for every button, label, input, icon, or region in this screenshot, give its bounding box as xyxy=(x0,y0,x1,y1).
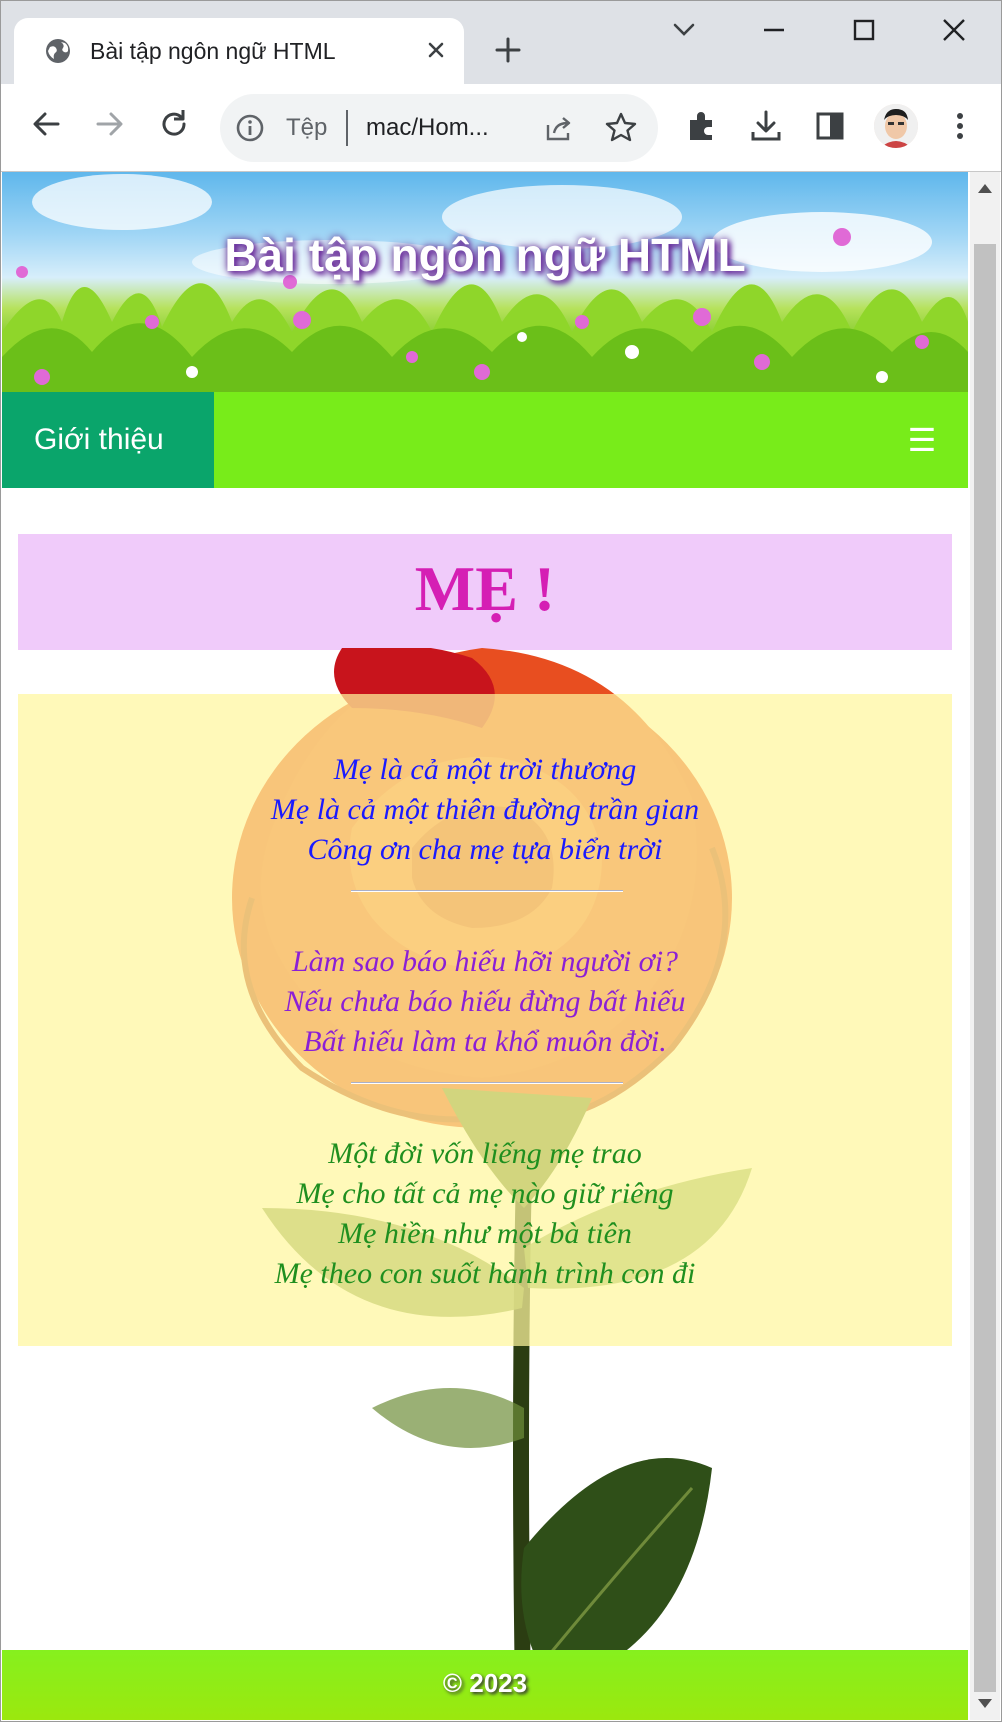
profile-picture xyxy=(874,104,918,148)
extensions-icon[interactable] xyxy=(682,106,722,146)
poem-line: Mẹ theo con suốt hành trình con đi xyxy=(274,1257,696,1290)
poem-stanza-3: Một đời vốn liếng mẹ trao Mẹ cho tất cả … xyxy=(18,1134,952,1294)
more-icon[interactable] xyxy=(940,106,980,146)
poem-line: Mẹ là cả một thiên đường trần gian xyxy=(270,793,700,826)
meadow-illustration xyxy=(2,174,968,392)
nav-item-gioi-thieu[interactable]: Giới thiệu xyxy=(2,392,214,488)
poem-line: Bất hiếu làm ta khổ muôn đời. xyxy=(303,1025,667,1058)
site-title: Bài tập ngôn ngữ HTML xyxy=(224,229,746,281)
address-bar[interactable]: Tệp mac/Hom... xyxy=(220,94,658,162)
browser-toolbar: Tệp mac/Hom... xyxy=(0,84,1002,172)
page-heading: MẸ ! xyxy=(414,553,556,624)
poem-line: Mẹ là cả một trời thương xyxy=(333,753,637,786)
minimize-icon[interactable] xyxy=(744,10,804,50)
poem-line: Nếu chưa báo hiếu đừng bất hiếu xyxy=(284,985,686,1018)
address-scheme: Tệp xyxy=(286,114,328,141)
star-icon[interactable] xyxy=(604,110,638,144)
poem-line: Một đời vốn liếng mẹ trao xyxy=(328,1137,642,1170)
poem-line: Công ơn cha mẹ tựa biển trời xyxy=(307,833,663,866)
info-icon[interactable] xyxy=(234,112,266,144)
scroll-up-arrow-icon[interactable] xyxy=(978,184,992,193)
poem-stanza-1: Mẹ là cả một trời thương Mẹ là cả một th… xyxy=(18,750,952,870)
heading-box: MẸ ! xyxy=(18,534,952,650)
divider xyxy=(351,890,623,892)
poem-section: Mẹ là cả một trời thương Mẹ là cả một th… xyxy=(18,694,952,1346)
scroll-down-arrow-icon[interactable] xyxy=(978,1699,992,1708)
main-nav: Giới thiệu ☰ xyxy=(2,392,968,488)
divider xyxy=(351,1082,623,1084)
poem-stanza-2: Làm sao báo hiếu hỡi người ơi? Nếu chưa … xyxy=(18,942,952,1062)
poem-line: Làm sao báo hiếu hỡi người ơi? xyxy=(291,945,679,978)
avatar[interactable] xyxy=(874,104,918,148)
chevron-down-icon[interactable] xyxy=(654,10,714,50)
close-window-icon[interactable] xyxy=(924,10,984,50)
active-tab[interactable]: Bài tập ngôn ngữ HTML xyxy=(14,18,464,84)
close-icon[interactable] xyxy=(419,33,453,67)
poem-line: Mẹ cho tất cả mẹ nào giữ riêng xyxy=(296,1177,674,1210)
reload-icon[interactable] xyxy=(152,102,196,146)
vertical-scrollbar[interactable] xyxy=(970,172,1000,1720)
browser-chrome: Bài tập ngôn ngữ HTML Tệp mac/Hom... xyxy=(0,0,1002,172)
globe-icon xyxy=(46,39,70,63)
address-url[interactable]: mac/Hom... xyxy=(366,114,489,142)
menu-icon[interactable]: ☰ xyxy=(902,416,942,464)
page-viewport: Bài tập ngôn ngữ HTML Giới thiệu ☰ MẸ ! … xyxy=(2,172,968,1720)
share-icon[interactable] xyxy=(542,111,576,145)
copyright: © 2023 xyxy=(442,1668,528,1698)
back-icon[interactable] xyxy=(24,102,68,146)
plus-icon[interactable] xyxy=(490,32,526,68)
side-panel-icon[interactable] xyxy=(810,106,850,146)
header-banner: Bài tập ngôn ngữ HTML xyxy=(2,172,968,392)
download-icon[interactable] xyxy=(746,106,786,146)
forward-icon[interactable] xyxy=(88,102,132,146)
poem-line: Mẹ hiền như một bà tiên xyxy=(338,1217,632,1250)
address-separator xyxy=(346,110,348,146)
maximize-icon[interactable] xyxy=(834,10,894,50)
tab-title: Bài tập ngôn ngữ HTML xyxy=(90,38,336,64)
footer: © 2023 xyxy=(2,1650,968,1720)
tab-strip: Bài tập ngôn ngữ HTML xyxy=(0,0,1002,84)
scroll-thumb[interactable] xyxy=(974,244,996,1692)
